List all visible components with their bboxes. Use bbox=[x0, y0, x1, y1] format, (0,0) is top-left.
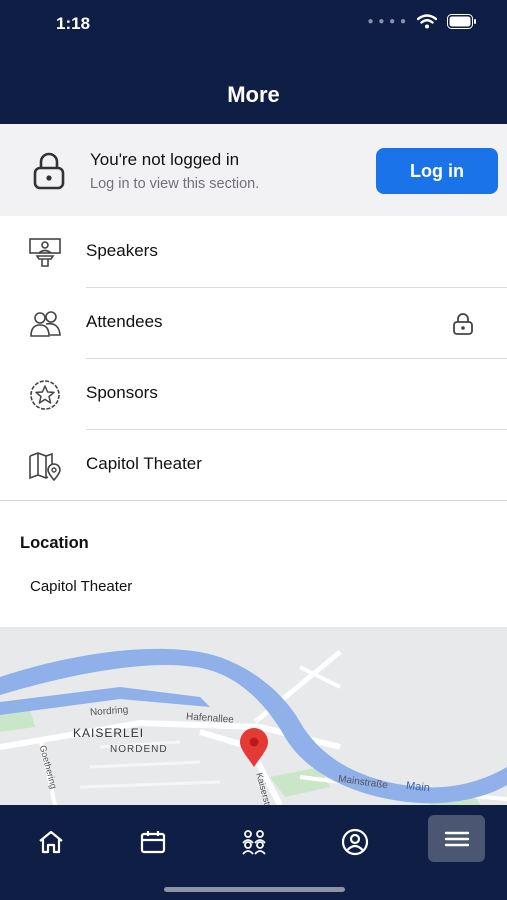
tab-more[interactable] bbox=[428, 815, 485, 862]
map-location-icon bbox=[29, 452, 61, 482]
menu-item-capitol-theater[interactable]: Capitol Theater bbox=[0, 430, 507, 501]
speaker-podium-icon bbox=[29, 238, 61, 267]
status-icons: ● ● ● ● bbox=[368, 14, 478, 29]
tab-profile[interactable] bbox=[330, 819, 380, 865]
location-name: Capitol Theater bbox=[30, 578, 133, 595]
tab-schedule[interactable] bbox=[128, 819, 178, 865]
divider bbox=[0, 500, 507, 501]
log-in-button[interactable]: Log in bbox=[376, 148, 498, 194]
location-heading: Location bbox=[20, 534, 89, 552]
menu-item-speakers-label: Speakers bbox=[86, 241, 158, 260]
menu-item-attendees-label: Attendees bbox=[86, 312, 163, 331]
menu-icon bbox=[444, 831, 469, 846]
sponsor-star-badge-icon bbox=[30, 380, 60, 410]
home-indicator bbox=[164, 887, 345, 892]
attendees-icon bbox=[30, 311, 61, 337]
map-graphic bbox=[0, 627, 507, 805]
page-title: More bbox=[227, 82, 280, 107]
home-icon bbox=[39, 830, 63, 854]
profile-icon bbox=[341, 828, 369, 856]
menu-item-sponsors-label: Sponsors bbox=[86, 383, 158, 402]
menu-item-attendees[interactable]: Attendees bbox=[0, 288, 507, 359]
menu-item-speakers[interactable]: Speakers bbox=[0, 217, 507, 288]
calendar-icon bbox=[140, 831, 166, 854]
header-bar: 1:18 ● ● ● ● More bbox=[0, 0, 507, 124]
wifi-icon bbox=[417, 14, 437, 29]
map-label-main: Main bbox=[405, 779, 431, 795]
location-map[interactable]: Nordring Hafenallee KAISERLEI NORDEND Go… bbox=[0, 627, 507, 805]
signal-dots-icon: ● ● ● ● bbox=[367, 16, 407, 27]
people-icon bbox=[242, 830, 266, 855]
tab-home[interactable] bbox=[26, 819, 76, 865]
login-banner-subtitle: Log in to view this section. bbox=[90, 176, 260, 192]
status-time: 1:18 bbox=[56, 14, 91, 33]
map-label-nordend: NORDEND bbox=[110, 744, 168, 755]
tab-people[interactable] bbox=[229, 819, 279, 865]
lock-icon bbox=[33, 152, 65, 190]
tab-bar bbox=[0, 805, 507, 900]
map-label-kaiserlei: KAISERLEI bbox=[73, 726, 145, 740]
menu-item-sponsors[interactable]: Sponsors bbox=[0, 359, 507, 430]
lock-icon bbox=[453, 313, 473, 335]
login-banner-title: You're not logged in bbox=[90, 150, 240, 169]
battery-icon bbox=[447, 14, 476, 29]
menu-item-capitol-theater-label: Capitol Theater bbox=[86, 454, 202, 473]
